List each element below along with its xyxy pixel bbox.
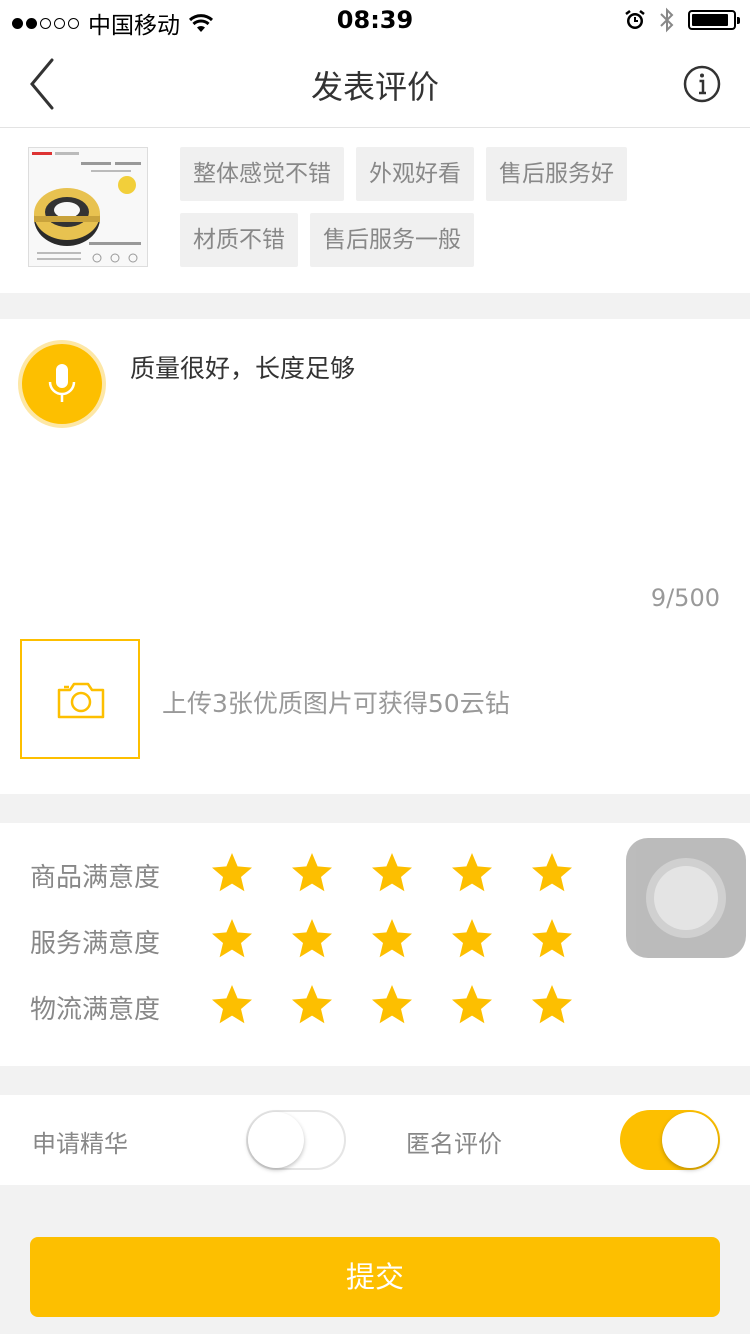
product-section: 整体感觉不错 外观好看 售后服务好 材质不错 售后服务一般: [0, 128, 750, 293]
assistive-touch-center: [654, 866, 718, 930]
status-right: [624, 7, 740, 33]
rating-label: 商品满意度: [30, 863, 161, 893]
toggle-knob: [248, 1112, 304, 1168]
star-icon[interactable]: [530, 851, 574, 895]
info-icon: [683, 65, 721, 103]
star-icon[interactable]: [450, 851, 494, 895]
tag-chip[interactable]: 材质不错: [180, 213, 298, 267]
rating-label: 服务满意度: [30, 929, 161, 959]
photo-upload-button[interactable]: [20, 639, 140, 759]
cable-product-image: [29, 148, 147, 266]
tag-chip[interactable]: 售后服务一般: [310, 213, 474, 267]
star-icon[interactable]: [290, 983, 334, 1027]
microphone-icon: [48, 364, 76, 402]
star-icon[interactable]: [370, 983, 414, 1027]
upload-hint: 上传3张优质图片可获得50云钻: [162, 689, 510, 718]
rating-row-service: 服务满意度: [0, 909, 600, 969]
essence-toggle[interactable]: [246, 1110, 346, 1170]
battery-icon: [688, 10, 740, 30]
rating-label: 物流满意度: [30, 995, 161, 1025]
camera-icon: [57, 682, 105, 719]
star-icon[interactable]: [370, 917, 414, 961]
nav-bar: 发表评价: [0, 40, 750, 128]
char-counter: 9/500: [650, 584, 720, 612]
rating-row-product: 商品满意度: [0, 843, 600, 903]
battery-fill: [692, 14, 728, 26]
comment-section: 质量很好，长度足够 9/500 上传3张优质图片可获得50云钻: [0, 319, 750, 794]
star-icon[interactable]: [210, 917, 254, 961]
anonymous-toggle[interactable]: [620, 1110, 720, 1170]
alarm-icon: [625, 10, 645, 29]
star-icon[interactable]: [290, 851, 334, 895]
essence-label: 申请精华: [32, 1130, 128, 1158]
rating-row-logistics: 物流满意度: [0, 975, 600, 1035]
star-icon[interactable]: [210, 851, 254, 895]
star-icon[interactable]: [450, 983, 494, 1027]
voice-input-button[interactable]: [22, 344, 102, 424]
tag-chip[interactable]: 售后服务好: [486, 147, 627, 201]
product-thumbnail: [28, 147, 148, 267]
bluetooth-icon: [660, 7, 674, 33]
tag-chip[interactable]: 外观好看: [356, 147, 474, 201]
comment-textarea[interactable]: 质量很好，长度足够: [130, 349, 355, 385]
toggle-section: 申请精华 匿名评价: [0, 1095, 750, 1185]
status-bar: 中国移动 08:39: [0, 0, 750, 40]
star-icon[interactable]: [530, 983, 574, 1027]
star-icon[interactable]: [210, 983, 254, 1027]
tag-list: 整体感觉不错 外观好看 售后服务好 材质不错 售后服务一般: [180, 147, 730, 279]
rating-section: 商品满意度 服务满意度 物流满意度: [0, 823, 750, 1066]
tag-chip[interactable]: 整体感觉不错: [180, 147, 344, 201]
anonymous-label: 匿名评价: [406, 1130, 502, 1158]
star-icon[interactable]: [530, 917, 574, 961]
info-button[interactable]: [682, 64, 722, 104]
star-icon[interactable]: [290, 917, 334, 961]
toggle-knob: [662, 1112, 718, 1168]
star-icon[interactable]: [450, 917, 494, 961]
star-icon[interactable]: [370, 851, 414, 895]
page-title: 发表评价: [310, 68, 439, 106]
submit-button[interactable]: 提交: [30, 1237, 720, 1317]
assistive-touch-button[interactable]: [626, 838, 746, 958]
